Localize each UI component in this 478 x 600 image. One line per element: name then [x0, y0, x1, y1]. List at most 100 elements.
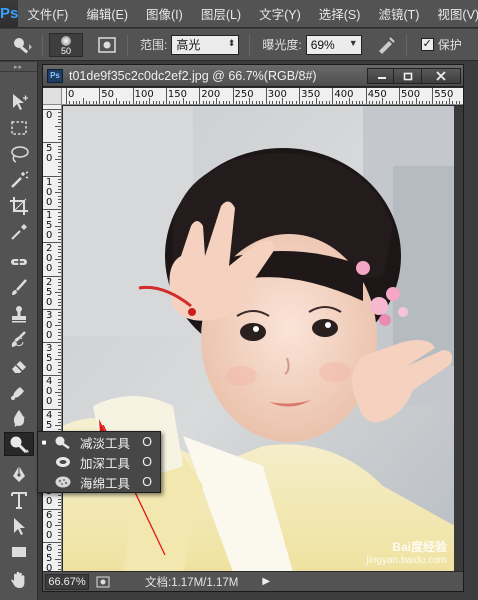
ruler-tick	[58, 545, 61, 547]
menu-select[interactable]: 选择(S)	[310, 4, 370, 23]
close-button[interactable]	[421, 68, 461, 84]
rectangle-tool-icon[interactable]	[4, 540, 34, 564]
marquee-tool-icon[interactable]	[4, 116, 34, 140]
ruler-tick	[58, 318, 61, 320]
ruler-tick	[58, 295, 61, 297]
ruler-tick	[239, 101, 241, 104]
exposure-field[interactable]: 69% ▼	[305, 34, 362, 55]
status-menu-arrow-icon[interactable]: ▶	[262, 576, 270, 587]
ruler-tick	[279, 101, 281, 104]
ruler-tick	[72, 101, 74, 104]
ruler-tick	[79, 101, 81, 104]
flyout-item-sponge[interactable]: 海绵工具 O	[38, 472, 160, 492]
ruler-tick	[58, 148, 61, 150]
ruler-tick	[352, 101, 354, 104]
panel-grip[interactable]: ▸▸	[0, 62, 37, 72]
path-selection-tool-icon[interactable]	[4, 514, 34, 538]
dodge-tool-icon[interactable]	[4, 432, 34, 456]
ruler-tick-label: 50	[46, 143, 53, 165]
ruler-tick	[442, 101, 444, 104]
dodge-icon	[54, 435, 72, 449]
ruler-tick	[369, 101, 371, 104]
type-tool-icon[interactable]	[4, 488, 34, 512]
document-title-bar[interactable]: Ps t01de9f35c2c0dc2ef2.jpg @ 66.7%(RGB/8…	[43, 65, 463, 87]
ruler-tick-label: 500	[401, 89, 421, 100]
image-canvas[interactable]: Bai度经验 jingyan.baidu.com	[63, 106, 455, 572]
ruler-tick	[372, 101, 374, 104]
ruler-tick	[392, 101, 394, 104]
ruler-tick	[325, 101, 327, 104]
menu-layer[interactable]: 图层(L)	[192, 4, 250, 23]
menu-filter[interactable]: 滤镜(T)	[369, 4, 428, 23]
zoom-field[interactable]: 66.67%	[45, 573, 89, 590]
ruler-tick	[58, 551, 61, 553]
ruler-tick	[452, 101, 454, 104]
ruler-tick	[209, 101, 211, 104]
maximize-button[interactable]	[393, 68, 423, 84]
ruler-tick-label: 450	[367, 89, 387, 100]
airbrush-icon[interactable]	[372, 34, 400, 56]
ruler-tick-label: 200	[46, 243, 53, 275]
ruler-tick	[58, 398, 61, 400]
lasso-tool-icon[interactable]	[4, 142, 34, 166]
gradient-tool-icon[interactable]	[4, 380, 34, 404]
brush-tool-icon[interactable]	[4, 276, 34, 300]
ruler-tick	[58, 511, 61, 513]
baidu-watermark: Bai度经验 jingyan.baidu.com	[366, 538, 447, 566]
ruler-tick	[259, 101, 261, 104]
eraser-tool-icon[interactable]	[4, 354, 34, 378]
menu-type[interactable]: 文字(Y)	[250, 4, 310, 23]
ruler-tick	[275, 101, 277, 104]
blur-tool-icon[interactable]	[4, 406, 34, 430]
range-select[interactable]: 高光 ⬍	[171, 34, 240, 55]
menu-image[interactable]: 图像(I)	[137, 4, 192, 23]
crop-tool-icon[interactable]	[4, 194, 34, 218]
move-tool-icon[interactable]	[4, 90, 34, 114]
ruler-tick	[109, 101, 111, 104]
ruler-tick	[58, 498, 61, 500]
horizontal-ruler[interactable]: 0 50 100 150 200 250 300 350 400 450 500 550	[62, 88, 463, 105]
vertical-scrollbar[interactable]	[454, 106, 463, 572]
vertical-ruler[interactable]: 050100150200250300350400450500550600650	[43, 105, 62, 573]
hand-tool-icon[interactable]	[4, 568, 34, 592]
dodge-tool-icon[interactable]	[8, 34, 36, 56]
ruler-tick	[58, 352, 61, 354]
menu-edit[interactable]: 编辑(E)	[77, 4, 137, 23]
magic-wand-tool-icon[interactable]	[4, 168, 34, 192]
chevron-down-icon[interactable]: ▼	[349, 38, 358, 48]
ruler-tick	[58, 415, 61, 417]
status-info-icon[interactable]	[95, 575, 111, 589]
flyout-item-dodge[interactable]: ■ 减淡工具 O	[38, 432, 160, 452]
ruler-tick	[402, 101, 404, 104]
ruler-tick-label: 300	[46, 309, 53, 341]
ruler-tick	[58, 518, 61, 520]
brush-panel-toggle-icon[interactable]	[93, 34, 121, 56]
ruler-origin[interactable]	[43, 88, 62, 105]
ruler-tick	[58, 138, 61, 140]
ruler-tick	[58, 348, 61, 350]
eyedropper-tool-icon[interactable]	[4, 220, 34, 244]
ruler-tick	[408, 101, 410, 104]
brush-preset-picker[interactable]: 50	[49, 32, 83, 57]
ruler-tick	[385, 101, 387, 104]
ruler-tick	[58, 332, 61, 334]
ruler-tick	[332, 88, 334, 104]
flyout-item-burn[interactable]: 加深工具 O	[38, 452, 160, 472]
ruler-tick	[415, 98, 417, 104]
protect-tones-checkbox[interactable]: ✓	[420, 38, 434, 51]
ruler-tick	[58, 245, 61, 247]
ruler-tick	[55, 225, 61, 227]
ruler-tick	[58, 335, 61, 337]
healing-brush-tool-icon[interactable]	[4, 250, 34, 274]
ruler-tick-label: 100	[46, 176, 53, 208]
ruler-tick	[58, 188, 61, 190]
menu-file[interactable]: 文件(F)	[18, 4, 77, 23]
menu-view[interactable]: 视图(V)	[428, 4, 478, 23]
history-brush-tool-icon[interactable]	[4, 328, 34, 352]
ruler-tick	[58, 362, 61, 364]
ruler-tick	[152, 101, 154, 104]
clone-stamp-tool-icon[interactable]	[4, 302, 34, 326]
ruler-tick	[432, 88, 434, 104]
ruler-tick	[58, 315, 61, 317]
pen-tool-icon[interactable]	[4, 462, 34, 486]
